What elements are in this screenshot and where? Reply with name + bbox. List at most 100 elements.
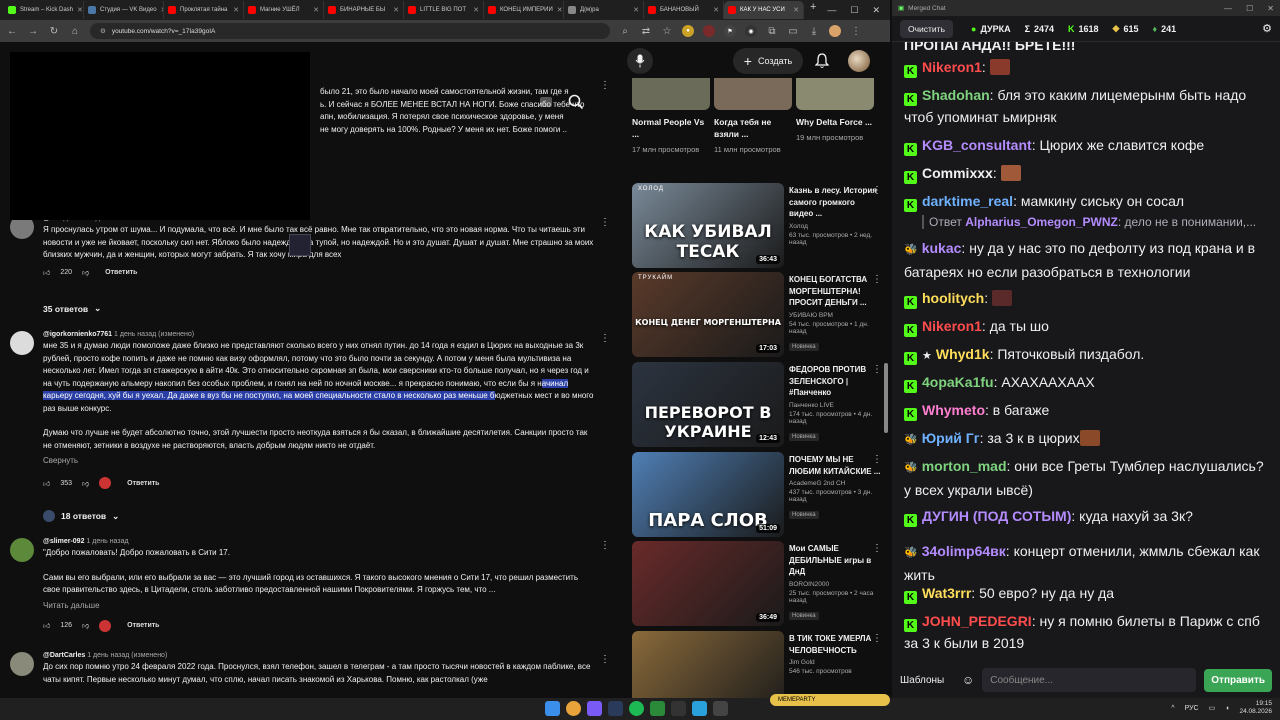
video-item[interactable]: 36:49 Мои САМЫЕ ДЕБИЛЬНЫЕ игры в ДнД BOROI… [632,541,882,626]
short-item[interactable]: Normal People Vs ... 17 млн просмотров [632,78,710,155]
avatar[interactable] [10,538,34,562]
video-thumbnail[interactable] [632,631,784,698]
video-title[interactable]: В ТИК ТОКЕ УМЕРЛА ЧЕЛОВЕЧНОСТЬ [789,633,881,656]
extension-icon[interactable]: ⚑ [724,25,736,37]
dislike-icon[interactable]: 👎︎ [82,479,89,488]
microphone-icon[interactable] [627,48,653,74]
comment-menu-icon[interactable]: ⋮ [600,333,610,344]
short-thumbnail[interactable] [796,78,874,110]
spotify-icon[interactable] [629,701,644,716]
network-icon[interactable]: ▭ [1209,704,1216,712]
translate-icon[interactable]: ⇄ [640,26,652,37]
maximize-icon[interactable]: ☐ [1246,4,1253,13]
chat-username[interactable]: JOHN_PEDEGRI [922,613,1032,629]
comment-menu-icon[interactable]: ⋮ [600,540,610,551]
scrollbar-thumb[interactable] [884,363,888,433]
dislike-icon[interactable]: 👎︎ [82,268,89,277]
browser-tab[interactable]: КОНЕЦ ИМПЕРИИ ✕ [484,1,564,19]
message-input[interactable]: Сообщение... [982,668,1197,692]
short-title[interactable]: Normal People Vs ... [632,116,710,140]
video-menu-icon[interactable]: ⋮ [872,454,882,465]
avatar[interactable] [10,331,34,355]
video-thumbnail[interactable]: ТРУКАЙМ КОНЕЦ ДЕНЕГ МОРГЕНШТЕРНА 17:03 [632,272,784,357]
sidebar-icon[interactable]: ▭ [787,26,799,37]
video-thumbnail[interactable]: ПАРА СЛОВ 51:09 [632,452,784,537]
tab-close-icon[interactable]: ✕ [557,6,563,14]
video-menu-icon[interactable]: ⋮ [872,185,882,196]
tab-close-icon[interactable]: ✕ [77,6,83,14]
video-thumbnail[interactable]: ПЕРЕВОРОТ В УКРАИНЕ 12:43 [632,362,784,447]
browser-tab[interactable]: БАНАНОВЫЙ ✕ [644,1,724,19]
tab-close-icon[interactable]: ✕ [793,6,799,14]
app-icon[interactable] [713,701,728,716]
video-menu-icon[interactable]: ⋮ [872,543,882,554]
templates-button[interactable]: Шаблоны [900,675,954,686]
telegram-icon[interactable] [692,701,707,716]
mini-video-player[interactable] [10,52,311,256]
profile-avatar[interactable] [829,25,841,37]
chat-username[interactable]: Wat3rrr [922,585,971,601]
read-more-link[interactable]: Читать дальше [43,601,595,610]
video-item[interactable]: ПЕРЕВОРОТ В УКРАИНЕ 12:43 ФЕДОРОВ ПРОТИВ З… [632,362,882,447]
comment-author[interactable]: @DartCarles [43,652,85,659]
browser-tab[interactable]: Д(м)ра ✕ [564,1,644,19]
menu-icon[interactable]: ⋮ [850,26,862,37]
comment-menu-icon[interactable]: ⋮ [600,654,610,665]
chat-username[interactable]: 34olimp64вк [922,543,1006,559]
chat-username[interactable]: Nikeron1 [922,59,982,75]
like-icon[interactable]: 👍︎ [43,268,50,277]
tab-close-icon[interactable]: ✕ [393,6,399,14]
like-icon[interactable]: 👍︎ [43,621,50,630]
url-field[interactable]: ⚙ youtube.com/watch?v=_17Ia39goIA [90,23,610,39]
avatar[interactable] [10,652,34,676]
chat-username[interactable]: ДУГИН (ПОД СОТЫМ) [922,508,1071,524]
user-avatar[interactable] [848,50,870,72]
steam-icon[interactable] [608,701,623,716]
clock[interactable]: 19:15 24.08.2026 [1239,700,1272,716]
short-item[interactable]: Когда тебя не взяли ... 11 млн просмотров [714,78,792,155]
like-icon[interactable]: 👍︎ [43,479,50,488]
chevron-up-icon[interactable]: ^ [1171,705,1174,712]
chat-username[interactable]: KGB_consultant [922,137,1032,153]
clear-button[interactable]: Очистить [900,19,954,38]
browser-tab[interactable]: КАК У НАС УСИ ✕ [724,1,804,19]
video-channel[interactable]: Панченко LIVE [789,402,881,409]
video-channel[interactable]: AcademeG 2nd CH [789,480,881,487]
video-title[interactable]: КОНЕЦ БОГАТСТВА МОРГЕНШТЕРНА! ПРОСИТ ДЕН… [789,274,881,309]
emoji-icon[interactable]: ☺ [962,673,974,687]
volume-icon[interactable]: ◖ [1225,705,1229,712]
chat-username[interactable]: Shadohan [922,87,990,103]
video-thumbnail[interactable]: ХОЛОД КАК УБИВАЛ ТЕСАК 36:43 [632,183,784,268]
obs-icon[interactable] [671,701,686,716]
home-icon[interactable]: ⌂ [69,26,81,37]
browser-tab[interactable]: Проклятая тайна ✕ [164,1,244,19]
chat-username[interactable]: morton_mad [922,458,1007,474]
browser-tab[interactable]: Студия — VK Видео✕ [84,1,164,19]
reply-button[interactable]: Ответить [105,269,137,276]
video-menu-icon[interactable]: ⋮ [872,633,882,644]
replies-toggle[interactable]: 18 ответов ⌄ [43,510,119,522]
chat-username[interactable]: Whyd1k [936,346,990,362]
site-info-icon[interactable]: ⚙ [100,27,106,35]
app-icon[interactable] [650,701,665,716]
video-channel[interactable]: BOROIN2000 [789,581,881,588]
video-channel[interactable]: Jim Gold [789,659,881,666]
reload-icon[interactable]: ↻ [48,26,60,37]
tab-close-icon[interactable]: ✕ [713,6,719,14]
minimize-icon[interactable]: — [1224,4,1232,13]
chrome-icon[interactable] [566,701,581,716]
video-thumbnail[interactable]: 36:49 [632,541,784,626]
comment-author[interactable]: @igorkornienko7761 [43,331,112,338]
reply-context[interactable]: Ответ Alpharius_Omegon_PWNZ: дело не в п… [922,215,1256,229]
browser-tab[interactable]: Stream – Kick Dash ✕ [4,1,84,19]
dislike-icon[interactable]: 👎︎ [82,621,89,630]
video-item[interactable]: ТРУКАЙМ КОНЕЦ ДЕНЕГ МОРГЕНШТЕРНА 17:03 КОНЕ… [632,272,882,357]
replies-toggle[interactable]: 35 ответов ⌄ [43,303,101,314]
create-button[interactable]: + Создать [733,48,803,74]
language-indicator[interactable]: РУС [1185,705,1199,712]
video-title[interactable]: ФЕДОРОВ ПРОТИВ ЗЕЛЕНСКОГО | #Панченко [789,364,881,399]
browser-tab[interactable]: Магние УШЁЛ ✕ [244,1,324,19]
video-title[interactable]: Мои САМЫЕ ДЕБИЛЬНЫЕ игры в ДнД [789,543,881,578]
reply-button[interactable]: Ответить [127,622,159,629]
video-title[interactable]: ПОЧЕМУ МЫ НЕ ЛЮБИМ КИТАЙСКИЕ ... [789,454,881,477]
